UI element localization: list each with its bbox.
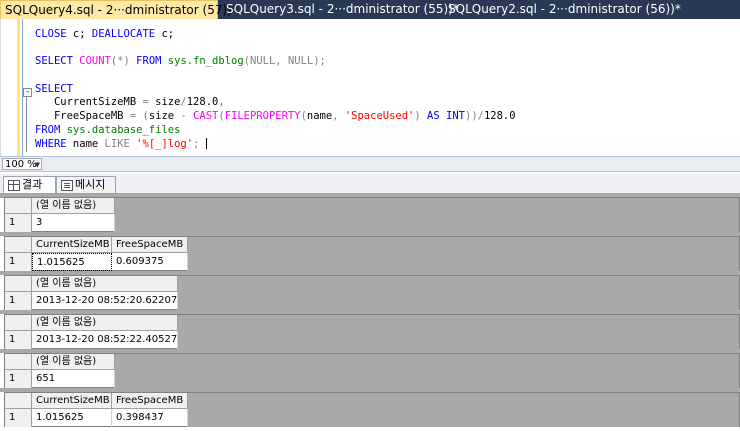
- zoom-select[interactable]: 100 % ▼: [2, 158, 42, 170]
- grid-empty-area: [188, 409, 739, 427]
- message-icon: [61, 180, 73, 191]
- table-cell[interactable]: 651: [32, 370, 115, 388]
- grid-corner: [5, 315, 32, 331]
- result-grid-2[interactable]: CurrentSizeMB FreeSpaceMB 1 1.015625 0.6…: [4, 236, 740, 271]
- grid-corner: [5, 354, 32, 370]
- tab-messages-label: 메시지: [75, 178, 106, 191]
- header-fill: [178, 276, 739, 292]
- grid-corner: [5, 393, 32, 409]
- collapse-toggle-icon[interactable]: −: [23, 88, 32, 97]
- results-tab-bar: 결과 메시지: [0, 174, 740, 194]
- grid-corner: [5, 237, 32, 253]
- column-header[interactable]: (열 이름 없음): [32, 315, 178, 331]
- column-header[interactable]: (열 이름 없음): [32, 276, 178, 292]
- sql-editor[interactable]: − CLOSE c; DEALLOCATE c; SELECT COUNT(*)…: [0, 19, 740, 156]
- row-header[interactable]: 1: [5, 331, 32, 349]
- code-line-6: CurrentSizeMB = size/128.0,: [35, 96, 225, 109]
- grid-icon: [8, 180, 20, 191]
- results-pane: (열 이름 없음) 1 3 CurrentSizeMB FreeSpaceMB …: [0, 194, 740, 431]
- change-tracking-bar: [17, 19, 20, 156]
- tab-sqlquery3[interactable]: SQLQuery3.sql - 2···dministrator (55))*: [222, 0, 459, 19]
- column-header[interactable]: FreeSpaceMB: [112, 237, 188, 253]
- tab-sqlquery2[interactable]: SQLQuery2.sql - 2···dministrator (56))*: [444, 0, 681, 19]
- grid-empty-area: [178, 292, 739, 310]
- code-line-3: SELECT COUNT(*) FROM sys.fn_dblog(NULL, …: [35, 55, 326, 68]
- header-fill: [115, 198, 739, 214]
- result-grid-1[interactable]: (열 이름 없음) 1 3: [4, 197, 740, 232]
- column-header[interactable]: CurrentSizeMB: [32, 393, 112, 409]
- result-grid-4[interactable]: (열 이름 없음) 1 2013-12-20 08:52:22.4052734: [4, 314, 740, 349]
- column-header[interactable]: CurrentSizeMB: [32, 237, 112, 253]
- grid-corner: [5, 198, 32, 214]
- grid-empty-area: [115, 370, 739, 388]
- column-header[interactable]: (열 이름 없음): [32, 354, 115, 370]
- tab-messages[interactable]: 메시지: [56, 176, 116, 193]
- horizontal-scrollbar[interactable]: [46, 159, 736, 169]
- row-header[interactable]: 1: [5, 409, 32, 427]
- table-cell[interactable]: 1.015625: [32, 409, 112, 427]
- tab-results[interactable]: 결과: [3, 176, 56, 193]
- tab-results-label: 결과: [22, 178, 43, 191]
- grid-empty-area: [178, 331, 739, 349]
- table-cell[interactable]: 2013-12-20 08:52:22.4052734: [32, 331, 178, 349]
- header-fill: [178, 315, 739, 331]
- grid-corner: [5, 276, 32, 292]
- tab-sqlquery4[interactable]: SQLQuery4.sql - 2···dministrator (57))*: [0, 0, 238, 19]
- code-text[interactable]: CLOSE c; DEALLOCATE c; SELECT COUNT(*) F…: [35, 28, 516, 151]
- table-cell[interactable]: 1.015625: [32, 253, 112, 271]
- row-header[interactable]: 1: [5, 370, 32, 388]
- chevron-down-icon: ▼: [34, 161, 40, 169]
- row-header[interactable]: 1: [5, 253, 32, 271]
- zoom-value: 100 %: [5, 159, 37, 170]
- result-grid-6[interactable]: CurrentSizeMB FreeSpaceMB 1 1.015625 0.3…: [4, 392, 740, 427]
- table-cell[interactable]: 3: [32, 214, 115, 232]
- text-caret: [205, 138, 207, 149]
- result-grid-5[interactable]: (열 이름 없음) 1 651: [4, 353, 740, 388]
- column-header[interactable]: FreeSpaceMB: [112, 393, 188, 409]
- column-header[interactable]: (열 이름 없음): [32, 198, 115, 214]
- code-line-8: FROM sys.database_files: [35, 123, 181, 136]
- row-header[interactable]: 1: [5, 214, 32, 232]
- outline-guide: [26, 97, 27, 152]
- table-cell[interactable]: 0.609375: [112, 253, 188, 271]
- header-fill: [115, 354, 739, 370]
- table-cell[interactable]: 2013-12-20 08:52:20.6220703: [32, 292, 178, 310]
- code-line-5: SELECT: [35, 82, 73, 95]
- header-fill: [188, 393, 739, 409]
- grid-empty-area: [188, 253, 739, 271]
- code-line-7: FreeSpaceMB = (size - CAST(FILEPROPERTY(…: [35, 110, 516, 123]
- header-fill: [188, 237, 739, 253]
- grid-empty-area: [115, 214, 739, 232]
- code-line-1: CLOSE c; DEALLOCATE c;: [35, 28, 175, 40]
- result-grid-3[interactable]: (열 이름 없음) 1 2013-12-20 08:52:20.6220703: [4, 275, 740, 310]
- document-tab-bar: SQLQuery4.sql - 2···dministrator (57))* …: [0, 0, 740, 19]
- row-header[interactable]: 1: [5, 292, 32, 310]
- editor-status-strip: 100 % ▼: [0, 156, 740, 172]
- table-cell[interactable]: 0.398437: [112, 409, 188, 427]
- code-line-9: WHERE name LIKE '%[_]log';: [35, 138, 516, 152]
